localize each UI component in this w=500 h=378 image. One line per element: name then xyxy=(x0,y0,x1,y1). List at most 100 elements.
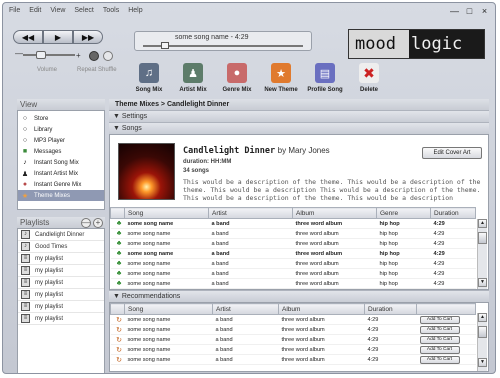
menu-view[interactable]: View xyxy=(50,7,65,19)
rec-column-header-icon[interactable] xyxy=(110,303,125,315)
album-cell: three word album xyxy=(278,354,365,365)
progress-knob[interactable] xyxy=(161,42,170,49)
close-icon[interactable]: × xyxy=(480,6,489,16)
playlist-item[interactable]: ♪ Candlelight Dinner xyxy=(18,229,104,241)
table-row[interactable]: ↻ some song name a band three word album 4:2… xyxy=(110,354,476,365)
settings-section-header[interactable]: ▼ Settings xyxy=(109,110,489,122)
add-to-cart-button[interactable]: Add To Cart xyxy=(419,315,460,324)
playlist-icon: ♪ xyxy=(21,242,30,251)
scroll-thumb[interactable] xyxy=(478,232,487,244)
column-header-icon[interactable] xyxy=(110,207,125,219)
genre-cell: hip hop xyxy=(376,218,431,229)
duration-cell: 4:29 xyxy=(430,218,476,229)
new-theme-label: New Theme xyxy=(264,87,298,93)
edit-cover-art-button[interactable]: Edit Cover Art xyxy=(422,147,482,159)
add-to-cart-button[interactable]: Add To Cart xyxy=(419,335,460,344)
recommendation-icon: ↻ xyxy=(110,324,125,335)
minimize-icon[interactable]: — xyxy=(450,6,459,16)
menu-file[interactable]: File xyxy=(9,7,20,19)
playlist-item[interactable]: ≡ my playlist xyxy=(18,277,104,289)
add-playlist-button[interactable]: + xyxy=(93,217,103,228)
remove-playlist-button[interactable]: — xyxy=(81,217,91,228)
new-theme-button[interactable]: ★ New Theme xyxy=(259,63,303,93)
column-header-song[interactable]: Song xyxy=(124,207,209,219)
view-item-library[interactable]: ○ Library xyxy=(18,124,104,135)
table-row[interactable]: ↻ some song name a band three word album 4:2… xyxy=(110,334,476,345)
play-button[interactable]: ▶ xyxy=(43,30,73,44)
playlist-item[interactable]: ≡ my playlist xyxy=(18,265,104,277)
scroll-down-icon[interactable]: ▼ xyxy=(478,358,487,367)
view-item-instant-artist-mix[interactable]: ♟ Instant Artist Mix xyxy=(18,168,104,179)
view-item-instant-genre-mix[interactable]: ● Instant Genre Mix xyxy=(18,179,104,190)
table-row[interactable]: ♣ some song name a band three word album hip… xyxy=(110,268,476,279)
playlist-item[interactable]: ♪ Good Times xyxy=(18,241,104,253)
view-item-label: Store xyxy=(34,115,49,122)
app-window: File Edit View Select Tools Help — □ × ◀… xyxy=(2,2,496,374)
rewind-button[interactable]: ◀◀ xyxy=(13,30,43,44)
volume-slider[interactable]: — + xyxy=(15,49,81,60)
song-cell: some song name xyxy=(124,258,209,269)
playlist-item[interactable]: ≡ my playlist xyxy=(18,313,104,325)
menu-edit[interactable]: Edit xyxy=(29,7,41,19)
column-header-genre[interactable]: Genre xyxy=(376,207,431,219)
view-item-store[interactable]: ○ Store xyxy=(18,113,104,124)
scroll-up-icon[interactable]: ▲ xyxy=(478,219,487,228)
view-item-theme-mixes[interactable]: ★ Theme Mixes xyxy=(18,190,104,201)
rec-column-header-artist[interactable]: Artist xyxy=(212,303,279,315)
recommendation-icon: ↻ xyxy=(110,354,125,365)
playlist-item[interactable]: ≡ my playlist xyxy=(18,289,104,301)
add-to-cart-button[interactable]: Add To Cart xyxy=(419,355,460,364)
forward-button[interactable]: ▶▶ xyxy=(73,30,103,44)
songs-scrollbar[interactable]: ▲ ▼ xyxy=(477,219,487,289)
scroll-thumb[interactable] xyxy=(478,326,487,338)
table-row[interactable]: ♣ some song name a band three word album hip… xyxy=(110,238,476,249)
action-cell: Add To Cart xyxy=(416,354,476,365)
artist-mix-button[interactable]: ♟ Artist Mix xyxy=(171,63,215,93)
rec-column-header-duration[interactable]: Duration xyxy=(364,303,417,315)
table-row[interactable]: ♣ some song name a band three word album hip… xyxy=(110,228,476,239)
profile-song-button[interactable]: ▤ Profile Song xyxy=(303,63,347,93)
songs-section-header[interactable]: ▼ Songs xyxy=(109,122,489,134)
column-header-duration[interactable]: Duration xyxy=(430,207,476,219)
song-mix-button[interactable]: ♫ Song Mix xyxy=(127,63,171,93)
table-row[interactable]: ♣ some song name a band three word album hip… xyxy=(110,278,476,289)
volume-knob[interactable] xyxy=(35,51,46,59)
menu-tools[interactable]: Tools xyxy=(103,7,119,19)
recommendations-section-header[interactable]: ▼ Recommendations xyxy=(109,290,489,302)
delete-button[interactable]: ✖ Delete xyxy=(347,63,391,93)
table-row[interactable]: ♣ some song name a band three word album hip… xyxy=(110,258,476,269)
table-row[interactable]: ↻ some song name a band three word album 4:2… xyxy=(110,314,476,325)
rec-column-header-album[interactable]: Album xyxy=(278,303,365,315)
add-to-cart-button[interactable]: Add To Cart xyxy=(419,345,460,354)
table-row[interactable]: ♣ some song name a band three word album hip… xyxy=(110,248,476,259)
shuffle-toggle[interactable] xyxy=(103,51,113,61)
recommendations-scrollbar[interactable]: ▲ ▼ xyxy=(477,313,487,371)
repeat-toggle[interactable] xyxy=(89,51,99,61)
table-row[interactable]: ♣ some song name a band three word album hip… xyxy=(110,218,476,229)
view-item-mp3-player[interactable]: ○ MP3 Player xyxy=(18,135,104,146)
playlist-item[interactable]: ≡ my playlist xyxy=(18,301,104,313)
table-row[interactable]: ↻ some song name a band three word album 4:2… xyxy=(110,324,476,335)
column-header-artist[interactable]: Artist xyxy=(208,207,293,219)
playlist-item[interactable]: ≡ my playlist xyxy=(18,253,104,265)
playlist-icon: ≡ xyxy=(21,254,30,263)
volume-label: Volume xyxy=(37,67,58,73)
rec-column-header-song[interactable]: Song xyxy=(124,303,213,315)
menu-help[interactable]: Help xyxy=(128,7,142,19)
column-header-album[interactable]: Album xyxy=(292,207,377,219)
scroll-down-icon[interactable]: ▼ xyxy=(478,278,487,287)
artist-cell: a band xyxy=(212,324,279,335)
scroll-up-icon[interactable]: ▲ xyxy=(478,313,487,322)
rec-column-header-action[interactable] xyxy=(416,303,476,315)
playlist-label: my playlist xyxy=(35,279,64,286)
view-item-instant-song-mix[interactable]: ♪ Instant Song Mix xyxy=(18,157,104,168)
view-item-messages[interactable]: ■ Messages xyxy=(18,146,104,157)
restore-icon[interactable]: □ xyxy=(465,6,474,16)
add-to-cart-button[interactable]: Add To Cart xyxy=(419,325,460,334)
theme-song-count: 34 songs xyxy=(183,168,210,174)
genre-mix-button[interactable]: ● Genre Mix xyxy=(215,63,259,93)
menu-select[interactable]: Select xyxy=(74,7,93,19)
song-status-icon: ♣ xyxy=(110,258,125,269)
view-item-label: MP3 Player xyxy=(34,137,66,144)
table-row[interactable]: ↻ some song name a band three word album 4:2… xyxy=(110,344,476,355)
